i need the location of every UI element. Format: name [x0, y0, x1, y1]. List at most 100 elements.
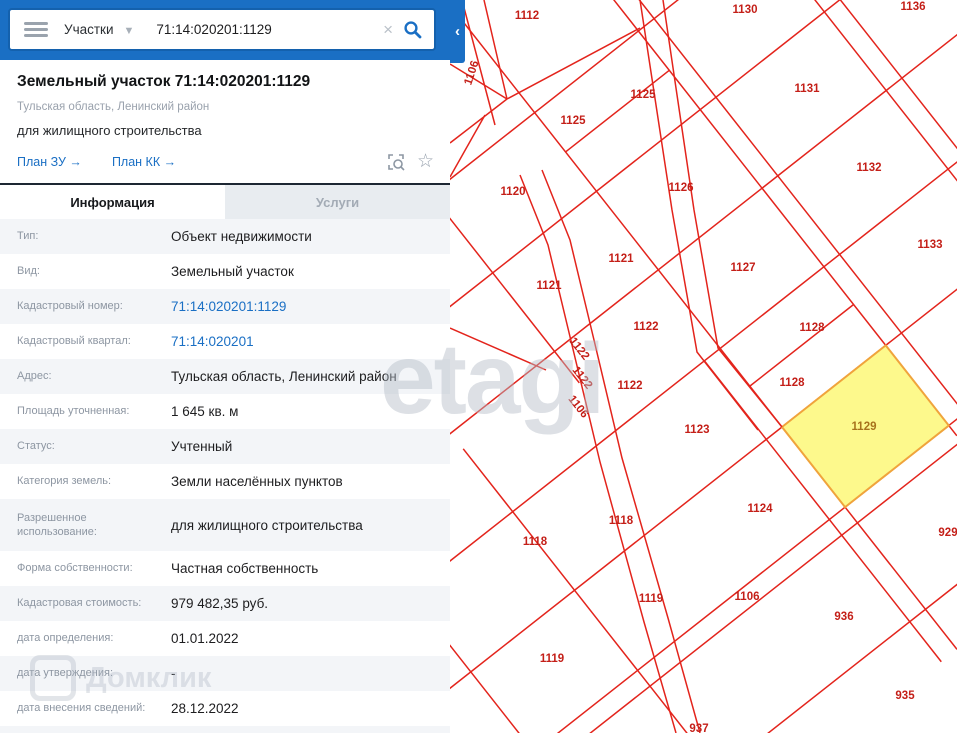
row-label: Вид: — [17, 265, 40, 278]
parcel-label[interactable]: 1121 — [537, 280, 563, 292]
info-row: Кадастровая стоимость: 979 482,35 руб. — [0, 586, 450, 621]
zoom-to-object-icon[interactable] — [387, 153, 405, 171]
row-label: дата внесения сведений: — [17, 702, 146, 715]
object-summary: Земельный участок 71:14:020201:1129 Туль… — [0, 60, 450, 183]
tab-services[interactable]: Услуги — [225, 185, 450, 219]
row-value: 01.01.2022 — [171, 631, 239, 646]
row-value: Частная собственность — [171, 561, 319, 576]
parcel-label[interactable]: 1128 — [780, 377, 806, 389]
parcel-label[interactable]: 1132 — [857, 162, 882, 174]
row-label: Кадастровая стоимость: — [17, 597, 142, 610]
object-usage: для жилищного строительства — [17, 123, 202, 138]
parcel-label[interactable]: 1126 — [669, 182, 694, 194]
plan-kk-link[interactable]: План КК → — [112, 155, 176, 169]
cadastral-map[interactable]: 1112 1130 1136 1106 1125 1125 1131 1120 1126 1132… — [405, 0, 957, 733]
parcel-label[interactable]: 1125 — [631, 89, 657, 101]
parcel-label[interactable]: 1131 — [795, 83, 821, 95]
road-line — [449, 114, 486, 178]
parcel-label[interactable]: 1118 — [609, 515, 634, 527]
row-label: Категория земель: — [17, 475, 112, 488]
parcel-label[interactable]: 1122 — [618, 380, 643, 392]
clear-icon[interactable]: × — [383, 20, 393, 40]
menu-icon[interactable] — [24, 22, 48, 37]
parcel-label[interactable]: 1130 — [733, 4, 758, 16]
parcel-label[interactable]: 1124 — [748, 503, 774, 515]
info-row: дата применения:01.01.2023 — [0, 726, 450, 733]
row-value: 1 645 кв. м — [171, 404, 239, 419]
category-selector[interactable]: Участки — [64, 22, 114, 37]
parcel-label[interactable]: 1106 — [735, 591, 760, 603]
row-value: Тульская область, Ленинский район — [171, 369, 397, 384]
info-row: Категория земель: Земли населённых пункто… — [0, 464, 450, 499]
row-value: 979 482,35 руб. — [171, 596, 269, 611]
row-value: для жилищного строительства — [171, 517, 363, 533]
road-line — [506, 27, 641, 100]
cadastral-app: 1112 1130 1136 1106 1125 1125 1131 1120 1126 1132… — [0, 0, 957, 733]
parcel-label[interactable]: 1123 — [685, 424, 710, 436]
info-row: дата определения: 01.01.2022 — [0, 621, 450, 656]
row-label: Площадь уточненная: — [17, 405, 130, 418]
parcel-label[interactable]: 1122 — [634, 321, 659, 333]
attributes-table: Тип: Объект недвижимости Вид: Земельный уча… — [0, 219, 450, 733]
parcel-label[interactable]: 1106 — [566, 393, 591, 420]
parcel-map-svg[interactable]: 1112 1130 1136 1106 1125 1125 1131 1120 1126 1132… — [405, 0, 957, 733]
info-row: Разрешенное использование: для жилищного … — [0, 499, 450, 551]
tab-information[interactable]: Информация — [0, 185, 225, 219]
parcel-label[interactable]: 937 — [689, 723, 708, 733]
plan-links: План ЗУ → План КК → ☆ — [17, 152, 434, 183]
row-label: дата определения: — [17, 632, 114, 645]
row-label: дата утверждения: — [17, 667, 114, 680]
parcel-label[interactable]: 1122 — [567, 335, 592, 362]
info-row: Кадастровый квартал: 71:14:020201 — [0, 324, 450, 359]
parcel-label[interactable]: 1133 — [918, 239, 943, 251]
row-value-link[interactable]: 71:14:020201 — [171, 334, 254, 349]
row-value: Объект недвижимости — [171, 229, 312, 244]
parcel-label[interactable]: 1119 — [639, 593, 663, 605]
parcel-label[interactable]: 1120 — [501, 186, 526, 198]
page-title: Земельный участок 71:14:020201:1129 — [17, 73, 311, 90]
search-header: Участки ▼ × — [0, 0, 450, 60]
favorite-star-icon[interactable]: ☆ — [417, 152, 434, 171]
row-value: Земли населённых пунктов — [171, 474, 343, 489]
row-label: Разрешенное использование: — [17, 511, 97, 538]
parcel-label[interactable]: 1136 — [901, 1, 926, 13]
row-value-link[interactable]: 71:14:020201:1129 — [171, 299, 286, 314]
object-address-subtitle: Тульская область, Ленинский район — [17, 101, 210, 113]
road-line — [449, 327, 547, 371]
parcel-label[interactable]: 1112 — [515, 10, 539, 22]
info-row: Площадь уточненная: 1 645 кв. м — [0, 394, 450, 429]
parcel-label[interactable]: 1127 — [731, 262, 756, 274]
parcel-label[interactable]: 935 — [895, 690, 915, 702]
parcel-label[interactable]: 1121 — [609, 253, 635, 265]
parcel-grid — [405, 0, 957, 733]
info-row: Тип: Объект недвижимости — [0, 219, 450, 254]
info-row: Вид: Земельный участок — [0, 254, 450, 289]
plan-zu-link[interactable]: План ЗУ → — [17, 155, 82, 169]
panel-collapse-button[interactable]: ‹ — [450, 0, 465, 63]
panel-tabs: Информация Услуги — [0, 183, 450, 219]
info-row: Статус: Учтенный — [0, 429, 450, 464]
parcel-label[interactable]: 1106 — [462, 59, 481, 86]
parcel-label[interactable]: 1118 — [523, 536, 548, 548]
row-label: Форма собственности: — [17, 562, 133, 575]
highlighted-parcel-label[interactable]: 1129 — [852, 421, 877, 433]
info-row: дата утверждения: - — [0, 656, 450, 691]
info-panel: Участки ▼ × Земельный участок 71:14:0202… — [0, 0, 450, 733]
search-input[interactable] — [154, 21, 380, 38]
parcel-label[interactable]: 1128 — [800, 322, 826, 334]
parcel-label[interactable]: 929 — [938, 527, 957, 539]
row-value: 28.12.2022 — [171, 701, 239, 716]
search-box[interactable]: Участки ▼ × — [8, 8, 436, 51]
parcel-label[interactable]: 936 — [834, 611, 853, 623]
parcel-label[interactable]: 1119 — [540, 653, 564, 665]
parcel-label[interactable]: 1122 — [570, 364, 595, 391]
info-row: Кадастровый номер: 71:14:020201:1129 — [0, 289, 450, 324]
row-label: Кадастровый квартал: — [17, 335, 131, 348]
row-label: Кадастровый номер: — [17, 300, 123, 313]
road-line — [662, 0, 783, 428]
parcel-label[interactable]: 1125 — [561, 115, 587, 127]
road-line — [519, 174, 677, 733]
row-value: Земельный участок — [171, 264, 294, 279]
search-icon[interactable] — [403, 20, 422, 39]
chevron-down-icon[interactable]: ▼ — [124, 25, 135, 37]
